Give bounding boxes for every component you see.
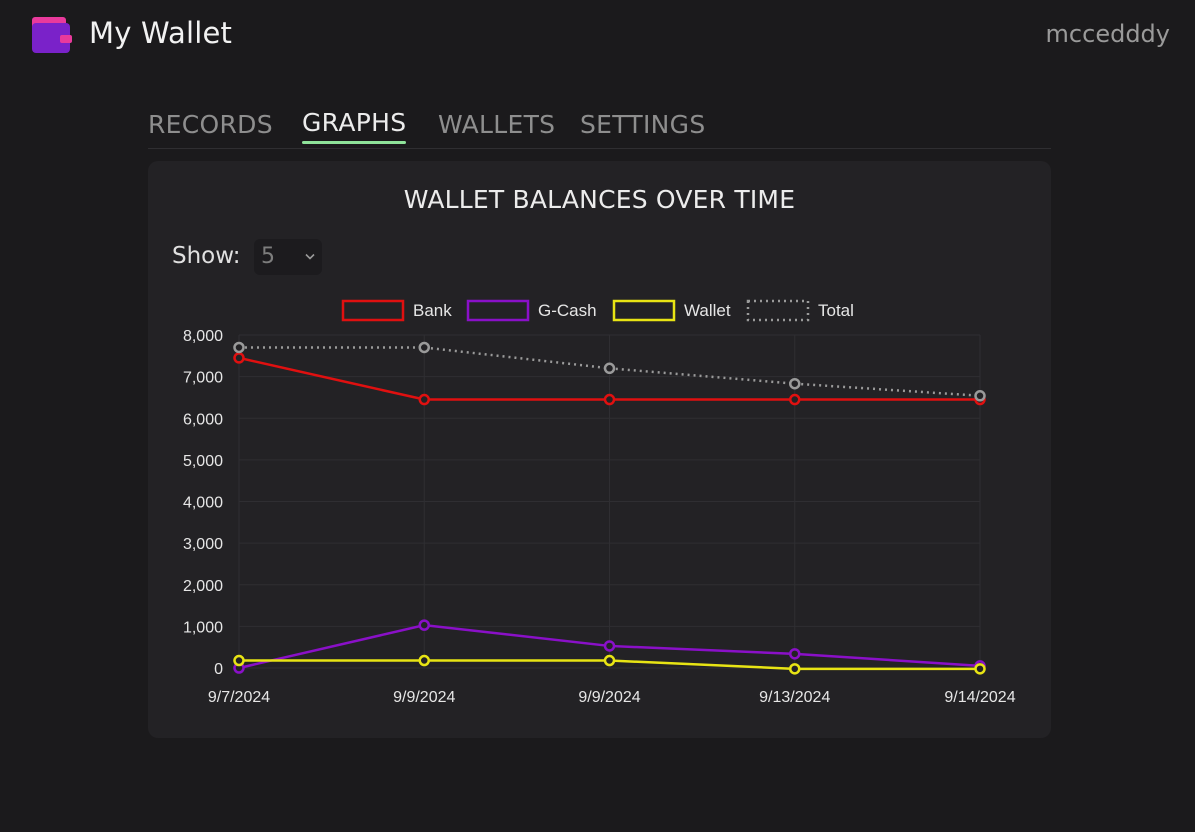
- y-tick-label: 3,000: [183, 536, 223, 553]
- balance-line-chart: 0 1,000 2,000 3,000 4,000 5,000 6,000 7,000 8,00…: [183, 299, 1016, 706]
- legend-swatch-g-cash: [466, 299, 530, 322]
- data-point-wallet: [418, 654, 430, 667]
- data-point-total: [233, 341, 245, 354]
- data-point-total: [789, 377, 801, 390]
- legend-swatch-wallet: [612, 299, 676, 322]
- y-tick-label: 2,000: [183, 578, 223, 595]
- data-point-g-cash: [418, 619, 430, 631]
- app-title: My Wallet: [89, 16, 233, 50]
- y-tick-label: 6,000: [183, 411, 223, 428]
- y-tick-label: 8,000: [183, 328, 223, 345]
- legend-label-bank: Bank: [413, 301, 452, 320]
- x-tick-label: 9/13/2024: [759, 689, 830, 706]
- x-tick-label: 9/7/2024: [208, 689, 270, 706]
- data-point-bank: [418, 393, 430, 406]
- data-point-bank: [233, 352, 245, 364]
- data-point-total: [974, 390, 986, 402]
- x-tick-label: 9/9/2024: [578, 689, 640, 706]
- username[interactable]: mccedddy: [1046, 20, 1170, 48]
- data-point-wallet: [789, 663, 801, 675]
- data-point-wallet: [233, 654, 245, 667]
- data-point-g-cash: [789, 648, 801, 660]
- y-tick-label: 4,000: [183, 495, 223, 512]
- legend-swatch-bank: [341, 299, 405, 322]
- data-point-bank: [603, 393, 616, 406]
- tab-wallets[interactable]: WALLETS: [438, 106, 555, 144]
- top-bar: My Wallet mccedddy: [0, 0, 1195, 72]
- tab-settings[interactable]: SETTINGS: [580, 106, 705, 144]
- tab-graphs[interactable]: GRAPHS: [302, 104, 407, 144]
- legend-label-total: Total: [818, 301, 854, 320]
- y-tick-label: 5,000: [183, 453, 223, 470]
- data-point-total: [418, 341, 430, 354]
- graph-card: WALLET BALANCES OVER TIME Show: 5 0 1,000…: [148, 161, 1051, 738]
- y-tick-label: 1,000: [183, 619, 223, 636]
- data-point-wallet: [974, 663, 986, 675]
- x-tick-label: 9/9/2024: [393, 689, 455, 706]
- y-tick-label: 7,000: [183, 370, 223, 387]
- legend-label-wallet: Wallet: [684, 301, 731, 320]
- data-point-total: [603, 362, 616, 375]
- y-tick-label: 0: [214, 661, 223, 678]
- x-tick-label: 9/14/2024: [944, 689, 1015, 706]
- data-point-wallet: [603, 654, 616, 667]
- nav-tabs: RECORDS GRAPHS WALLETS SETTINGS: [148, 104, 1051, 149]
- tab-records[interactable]: RECORDS: [148, 106, 273, 144]
- legend-label-g-cash: G-Cash: [538, 301, 597, 320]
- data-point-bank: [789, 393, 801, 406]
- data-point-g-cash: [603, 640, 616, 652]
- legend-swatch-total: [746, 299, 810, 322]
- wallet-logo-icon: [32, 17, 72, 53]
